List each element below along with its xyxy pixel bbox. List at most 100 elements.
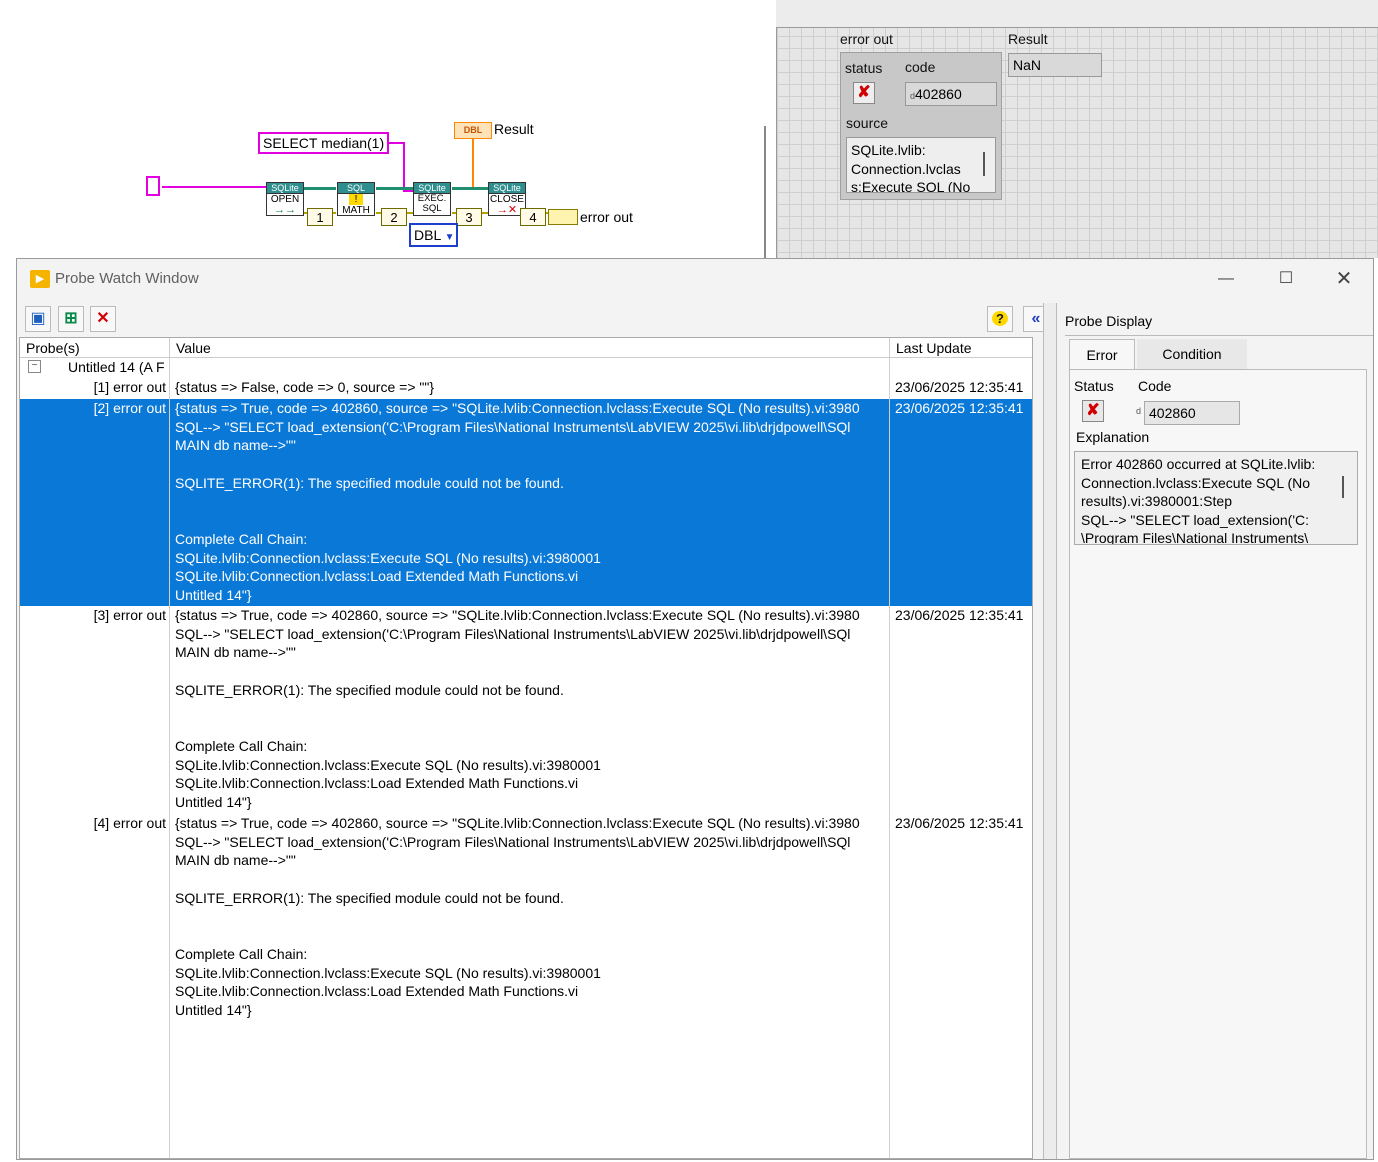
delete-x-icon: ✕ bbox=[96, 310, 110, 327]
source-label: source bbox=[846, 115, 889, 131]
path-wire[interactable] bbox=[162, 186, 266, 188]
source-indicator: SQLite.lvlib: Connection.lvclas s:Execut… bbox=[846, 137, 996, 193]
column-divider bbox=[889, 358, 890, 1158]
probe-number-3[interactable]: 3 bbox=[456, 208, 482, 226]
vi-header: SQLite bbox=[489, 183, 525, 194]
sqlite-exec-vi[interactable]: SQLite EXEC. SQL bbox=[413, 182, 451, 216]
close-icon: ✕ bbox=[1335, 268, 1353, 290]
table-row[interactable]: [1] error out {status => False, code => … bbox=[20, 378, 1032, 398]
column-divider bbox=[169, 358, 170, 1158]
probe-value: {status => True, code => 402860, source … bbox=[175, 815, 860, 1019]
code-indicator: d402860 bbox=[905, 82, 997, 106]
type-selector[interactable]: DBL ▼ bbox=[409, 223, 458, 247]
minimize-button[interactable]: — bbox=[1203, 259, 1249, 299]
labview-play-icon: ▶ bbox=[30, 270, 50, 288]
result-terminal[interactable]: DBL bbox=[454, 122, 492, 139]
tab-condition[interactable]: Condition bbox=[1137, 339, 1247, 369]
title-bar[interactable]: ▶ Probe Watch Window — ☐ ✕ bbox=[17, 259, 1373, 299]
code-value: 402860 bbox=[915, 86, 962, 102]
maximize-button[interactable]: ☐ bbox=[1263, 259, 1309, 299]
table-row-selected[interactable]: [2] error out {status => True, code => 4… bbox=[20, 399, 1032, 606]
new-window-icon: ▣ bbox=[30, 310, 46, 327]
explanation-label: Explanation bbox=[1076, 429, 1150, 445]
probe-name: [3] error out bbox=[93, 607, 166, 623]
divider bbox=[1065, 335, 1373, 336]
status-error-icon: ✘ bbox=[1082, 400, 1104, 422]
sql-wire[interactable] bbox=[388, 142, 404, 144]
block-diagram[interactable]: SELECT median(1) SQLite OPEN →→ SQL ! MA… bbox=[0, 0, 766, 258]
class-wire-1[interactable] bbox=[304, 187, 336, 190]
column-header-probes[interactable]: Probe(s) bbox=[20, 338, 170, 358]
vi-header: SQL bbox=[338, 183, 374, 194]
sql-math-vi[interactable]: SQL ! MATH bbox=[337, 182, 375, 216]
diagram-scrollbar[interactable] bbox=[764, 126, 766, 258]
result-indicator-label: Result bbox=[1008, 31, 1048, 47]
vi-label: EXEC. SQL bbox=[417, 193, 447, 214]
help-button[interactable]: ? bbox=[987, 306, 1013, 332]
class-wire-3[interactable] bbox=[452, 187, 488, 190]
delete-probe-button[interactable]: ✕ bbox=[90, 306, 116, 332]
probe-number-4[interactable]: 4 bbox=[520, 208, 546, 226]
column-header-value[interactable]: Value bbox=[170, 338, 890, 358]
open-probe-button[interactable]: ▣ bbox=[25, 306, 51, 332]
probe-last-update: 23/06/2025 12:35:41 bbox=[895, 379, 1024, 395]
vi-label: MATH bbox=[342, 205, 370, 216]
probe-last-update: 23/06/2025 12:35:41 bbox=[895, 815, 1024, 831]
probe-display-title: Probe Display bbox=[1065, 313, 1153, 329]
dropdown-arrow-icon: ▼ bbox=[444, 232, 455, 243]
probe-last-update: 23/06/2025 12:35:41 bbox=[895, 400, 1024, 416]
arrow-right-icon: →→ bbox=[274, 204, 296, 216]
column-header-last-update[interactable]: Last Update bbox=[890, 338, 1032, 358]
help-icon: ? bbox=[992, 311, 1008, 326]
path-constant[interactable] bbox=[146, 176, 160, 196]
status-label: Status bbox=[1074, 378, 1114, 394]
sql-wire-vertical[interactable] bbox=[403, 142, 405, 192]
status-error-icon: ✘ bbox=[853, 82, 875, 104]
explanation-scrollbar[interactable] bbox=[1342, 476, 1344, 498]
probe-number-1[interactable]: 1 bbox=[307, 208, 333, 226]
numeric-radix-icon: d bbox=[1136, 406, 1142, 416]
front-panel-toolbar bbox=[776, 0, 1378, 28]
probe-group-row[interactable]: − Untitled 14 (A F bbox=[20, 358, 1032, 378]
pane-splitter[interactable] bbox=[1043, 303, 1057, 1159]
table-row[interactable]: [4] error out {status => True, code => 4… bbox=[20, 814, 1032, 1021]
probe-number-2[interactable]: 2 bbox=[381, 208, 407, 226]
probe-name: [2] error out bbox=[93, 400, 166, 416]
error-out-cluster-label: error out bbox=[840, 31, 893, 47]
probe-value: {status => True, code => 402860, source … bbox=[175, 400, 860, 604]
type-selector-value: DBL bbox=[414, 227, 441, 243]
code-display: 402860 bbox=[1144, 401, 1240, 425]
error-tab-content: Status Code ✘ d 402860 Explanation Error… bbox=[1069, 369, 1367, 1159]
maximize-icon: ☐ bbox=[1278, 270, 1294, 287]
close-button[interactable]: ✕ bbox=[1321, 259, 1367, 299]
warning-icon: ! bbox=[349, 194, 363, 205]
tab-error[interactable]: Error bbox=[1069, 339, 1135, 369]
double-chevron-left-icon: « bbox=[1031, 310, 1041, 327]
sql-string-constant[interactable]: SELECT median(1) bbox=[258, 132, 390, 154]
retain-values-button[interactable]: ⊞ bbox=[58, 306, 84, 332]
probes-table[interactable]: Probe(s) Value Last Update − Untitled 14… bbox=[19, 337, 1033, 1159]
result-wire[interactable] bbox=[472, 137, 474, 187]
explanation-box: Error 402860 occurred at SQLite.lvlib: C… bbox=[1074, 451, 1358, 545]
collapse-toggle-icon[interactable]: − bbox=[28, 360, 41, 373]
class-wire-2[interactable] bbox=[376, 187, 413, 190]
error-out-terminal[interactable] bbox=[548, 209, 578, 225]
source-scrollbar[interactable] bbox=[983, 152, 985, 176]
probe-display-pane: Probe Display Error Condition Status Cod… bbox=[1065, 303, 1373, 1159]
table-row[interactable]: [3] error out {status => True, code => 4… bbox=[20, 606, 1032, 813]
result-label: Result bbox=[494, 121, 534, 137]
vi-header: SQLite bbox=[267, 183, 303, 194]
sqlite-open-vi[interactable]: SQLite OPEN →→ bbox=[266, 182, 304, 216]
status-label: status bbox=[845, 60, 883, 76]
minimize-icon: — bbox=[1218, 270, 1234, 287]
probe-name: [1] error out bbox=[93, 379, 166, 395]
window-title: Probe Watch Window bbox=[55, 270, 199, 287]
error-out-label: error out bbox=[580, 209, 633, 225]
probe-value: {status => False, code => 0, source => "… bbox=[175, 379, 434, 395]
code-label: code bbox=[905, 59, 936, 75]
probe-group-label: Untitled 14 (A F bbox=[68, 359, 165, 375]
code-label: Code bbox=[1138, 378, 1172, 394]
result-indicator: NaN bbox=[1008, 53, 1102, 77]
plus-grid-icon: ⊞ bbox=[64, 310, 78, 327]
probe-watch-window[interactable]: ▶ Probe Watch Window — ☐ ✕ ▣ ⊞ ✕ ? « Pro… bbox=[16, 258, 1374, 1160]
